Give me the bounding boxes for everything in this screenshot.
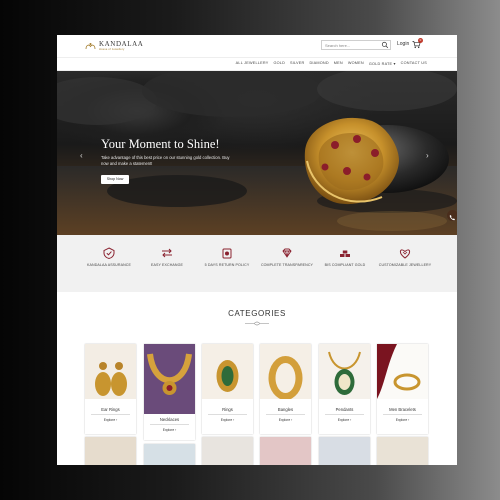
diamond-icon <box>282 248 292 258</box>
search-input[interactable] <box>322 41 381 49</box>
search-box <box>321 40 391 50</box>
explore-label: Explore <box>162 428 175 432</box>
card-divider <box>266 414 305 415</box>
customize-icon <box>399 249 411 259</box>
explore-link[interactable]: Explore › <box>319 418 370 422</box>
category-name[interactable]: Necklaces <box>144 417 195 422</box>
feature-item: BIS COMPLIANT GOLD <box>315 247 375 268</box>
website-page: KANDALAA House of Jewellery Login 0 ALL … <box>57 35 457 465</box>
card-divider <box>150 424 189 425</box>
category-name[interactable]: Rings <box>202 407 253 412</box>
nav-item[interactable]: SILVER <box>290 61 304 66</box>
features-strip: KANDALAA ASSURANCE EASY EXCHANGE 5 DAYS RE… <box>57 235 457 292</box>
assurance-icon <box>103 247 115 259</box>
hero-banner: ‹ › Your Moment to Shine! Take advantage… <box>57 71 457 235</box>
ornament-divider-icon <box>245 321 269 326</box>
category-card[interactable]: Ear Rings Explore › <box>85 344 136 434</box>
category-name[interactable]: Pendants <box>319 407 370 412</box>
category-image[interactable] <box>260 344 311 399</box>
brand-name: KANDALAA <box>99 39 144 48</box>
nav-item[interactable]: DIAMOND <box>309 61 328 66</box>
nav-item[interactable]: GOLD <box>273 61 285 66</box>
category-image[interactable] <box>144 344 195 414</box>
categories-title: CATEGORIES <box>228 309 286 318</box>
chevron-right-icon: › <box>116 418 118 422</box>
card-divider <box>91 414 130 415</box>
crown-logo-icon <box>85 42 96 49</box>
hero-subtitle: Take advantage of this best price on our… <box>101 155 230 167</box>
category-card[interactable]: Pendants Explore › <box>319 344 370 434</box>
card-divider <box>383 414 422 415</box>
category-card[interactable]: Men Bracelets Explore › <box>377 344 428 434</box>
explore-link[interactable]: Explore › <box>85 418 136 422</box>
category-card-next-row[interactable] <box>377 437 428 465</box>
category-image[interactable] <box>85 344 136 399</box>
shop-now-button[interactable]: Shop Now <box>101 175 129 184</box>
feature-label: CUSTOMIZABLE JEWELLERY <box>378 263 432 267</box>
category-card-next-row[interactable] <box>202 437 253 465</box>
brand-tagline: House of Jewellery <box>99 47 125 51</box>
card-divider <box>208 414 247 415</box>
nav-item[interactable]: ALL JEWELLERY <box>236 61 269 66</box>
category-card[interactable]: Necklaces Explore › <box>144 344 195 440</box>
category-image[interactable] <box>377 344 428 399</box>
hero-title: Your Moment to Shine! <box>101 137 220 151</box>
return-icon <box>222 248 232 259</box>
chevron-right-icon: › <box>408 418 410 422</box>
feature-item: KANDALAA ASSURANCE <box>79 247 139 268</box>
category-image[interactable] <box>202 344 253 399</box>
feature-item: EASY EXCHANGE <box>137 247 197 268</box>
feature-label: 5 DAYS RETURN POLICY <box>204 263 250 267</box>
category-card[interactable]: Rings Explore › <box>202 344 253 434</box>
explore-label: Explore <box>337 418 350 422</box>
feature-label: COMPLETE TRANSPARENCY <box>260 263 314 267</box>
phone-call-button[interactable] <box>447 210 457 221</box>
search-icon[interactable] <box>381 41 389 49</box>
chevron-right-icon: › <box>291 418 293 422</box>
feature-item: CUSTOMIZABLE JEWELLERY <box>375 247 435 268</box>
category-card-next-row[interactable] <box>319 437 370 465</box>
explore-link[interactable]: Explore › <box>202 418 253 422</box>
gold-bars-icon <box>340 250 350 257</box>
category-card[interactable]: Bangles Explore › <box>260 344 311 434</box>
card-divider <box>325 414 364 415</box>
cart-count-badge: 0 <box>418 38 423 43</box>
category-card-next-row[interactable] <box>260 437 311 465</box>
chevron-right-icon: › <box>350 418 352 422</box>
brand-logo[interactable]: KANDALAA House of Jewellery <box>85 39 143 53</box>
hero-next-arrow[interactable]: › <box>426 151 429 160</box>
feature-item: COMPLETE TRANSPARENCY <box>257 247 317 268</box>
chevron-right-icon: › <box>175 428 177 432</box>
category-card-next-row[interactable] <box>144 444 195 465</box>
explore-link[interactable]: Explore › <box>144 428 195 432</box>
explore-label: Explore <box>220 418 233 422</box>
category-name[interactable]: Men Bracelets <box>377 407 428 412</box>
explore-link[interactable]: Explore › <box>377 418 428 422</box>
feature-label: EASY EXCHANGE <box>151 263 183 267</box>
feature-label: BIS COMPLIANT GOLD <box>324 263 366 267</box>
hero-image <box>57 71 457 235</box>
chevron-right-icon: › <box>233 418 235 422</box>
category-card-next-row[interactable] <box>85 437 136 465</box>
category-name[interactable]: Ear Rings <box>85 407 136 412</box>
explore-link[interactable]: Explore › <box>260 418 311 422</box>
feature-label: KANDALAA ASSURANCE <box>87 263 131 267</box>
explore-label: Explore <box>278 418 291 422</box>
main-nav: ALL JEWELLERY GOLD SILVER DIAMOND MEN WOMEN GO… <box>57 57 457 71</box>
exchange-icon <box>162 248 172 258</box>
explore-label: Explore <box>395 418 408 422</box>
feature-item: 5 DAYS RETURN POLICY <box>197 247 257 268</box>
nav-item[interactable]: GOLD RATE ▾ <box>369 61 396 66</box>
hero-prev-arrow[interactable]: ‹ <box>80 151 83 160</box>
nav-item[interactable]: MEN <box>334 61 343 66</box>
category-image[interactable] <box>319 344 370 399</box>
phone-icon <box>449 215 455 221</box>
site-header: KANDALAA House of Jewellery Login 0 <box>57 35 457 57</box>
nav-item[interactable]: WOMEN <box>348 61 364 66</box>
category-name[interactable]: Bangles <box>260 407 311 412</box>
login-link[interactable]: Login <box>397 41 409 47</box>
nav-item[interactable]: CONTACT US <box>401 61 427 66</box>
explore-label: Explore <box>103 418 116 422</box>
